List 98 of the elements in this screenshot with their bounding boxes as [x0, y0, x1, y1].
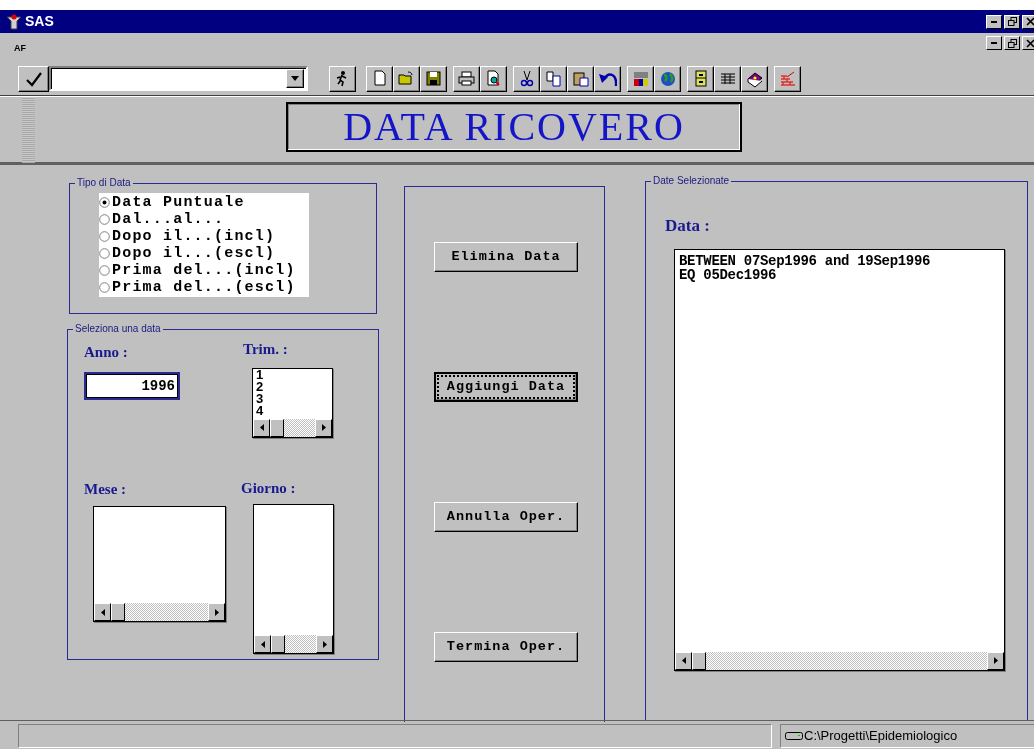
- globe-button[interactable]: [654, 65, 681, 92]
- close-button[interactable]: [1022, 14, 1034, 29]
- scroll-left-icon: [100, 608, 105, 616]
- quarter-label: Trim. :: [243, 340, 288, 359]
- year-label: Anno :: [84, 343, 128, 362]
- open-folder-button[interactable]: [393, 65, 420, 92]
- action-button[interactable]: Termina Oper.: [434, 632, 578, 662]
- scroll-thumb[interactable]: [270, 418, 284, 437]
- list-item[interactable]: 3: [253, 392, 332, 405]
- scroll-right-icon: [322, 640, 327, 648]
- radio-label[interactable]: Dopo il...(incl): [112, 228, 276, 245]
- file-cabinet-button[interactable]: [687, 65, 714, 92]
- radio-button[interactable]: [99, 197, 110, 208]
- scroll-right-icon: [321, 424, 326, 431]
- app-logo-icon: [6, 13, 22, 30]
- save-button[interactable]: [420, 65, 447, 92]
- close-icon: [1025, 38, 1034, 48]
- copy-button[interactable]: [540, 65, 567, 92]
- group-label: Tipo di Data: [75, 177, 133, 189]
- print-preview-button[interactable]: [480, 65, 507, 92]
- restore-icon: [1007, 38, 1017, 48]
- scroll-left-icon: [681, 657, 686, 664]
- year-field[interactable]: 1996: [84, 371, 180, 400]
- horizontal-scrollbar[interactable]: [254, 635, 333, 653]
- save-icon: [424, 69, 443, 88]
- quarter-list[interactable]: 1 2 3 4: [252, 367, 333, 438]
- list-item[interactable]: BETWEEN 07Sep1996 and 19Sep1996: [675, 253, 1004, 268]
- radio-label[interactable]: Data Puntuale: [112, 194, 245, 211]
- restore-button[interactable]: [1004, 14, 1020, 29]
- inner-window-title: AF: [14, 42, 26, 55]
- horizontal-scrollbar[interactable]: [94, 603, 225, 621]
- scroll-right-icon: [214, 608, 219, 616]
- banner-title: DATA RICOVERO: [286, 102, 742, 152]
- drive-icon: [785, 731, 803, 741]
- window-title: SAS: [25, 12, 54, 31]
- group-label: Date Selezionate: [651, 175, 732, 187]
- radio-label[interactable]: Prima del...(incl): [112, 262, 296, 279]
- radio-label[interactable]: Dal...al...: [112, 211, 225, 228]
- status-path: C:\Progetti\Epidemiologico: [804, 727, 958, 746]
- action-button[interactable]: Aggiungi Data: [434, 372, 578, 402]
- selected-dates-list[interactable]: BETWEEN 07Sep1996 and 19Sep1996 EQ 05Dec1996: [674, 248, 1005, 671]
- list-item[interactable]: 4: [253, 404, 332, 417]
- list-item[interactable]: 2: [253, 380, 332, 393]
- table-button[interactable]: [714, 65, 741, 92]
- brick-chart-icon: [778, 69, 797, 88]
- day-list[interactable]: [253, 504, 334, 654]
- paste-icon: [571, 69, 590, 88]
- open-folder-icon: [397, 69, 416, 88]
- month-list[interactable]: [93, 506, 226, 622]
- radio-button[interactable]: [99, 214, 110, 225]
- horizontal-scrollbar[interactable]: [253, 418, 332, 437]
- close-button[interactable]: [1022, 36, 1034, 50]
- scroll-right-icon: [993, 657, 998, 664]
- minimize-icon: [991, 42, 997, 44]
- radio-button[interactable]: [99, 231, 110, 242]
- day-label: Giorno :: [241, 478, 296, 498]
- command-combo-box[interactable]: [49, 66, 308, 91]
- dos-icon: [631, 69, 650, 88]
- brick-chart-button[interactable]: [774, 65, 801, 92]
- radio-label[interactable]: Dopo il...(escl): [112, 245, 276, 262]
- minimize-button[interactable]: [986, 36, 1002, 50]
- undo-button[interactable]: [594, 65, 621, 92]
- scroll-left-icon: [260, 640, 265, 648]
- horizontal-scrollbar[interactable]: [675, 651, 1004, 670]
- checkmark-button[interactable]: [18, 65, 49, 92]
- panel-edge: [22, 97, 35, 163]
- checkmark-icon: [24, 70, 43, 87]
- scroll-thumb[interactable]: [271, 635, 285, 653]
- minimize-button[interactable]: [986, 14, 1002, 29]
- scroll-thumb[interactable]: [692, 651, 706, 670]
- scissors-button[interactable]: [513, 65, 540, 92]
- printer-button[interactable]: [453, 65, 480, 92]
- copy-icon: [544, 69, 563, 88]
- list-item[interactable]: EQ 05Dec1996: [675, 267, 1004, 282]
- restore-icon: [1007, 17, 1017, 26]
- radio-button[interactable]: [99, 265, 110, 276]
- caret-icon: [291, 76, 299, 81]
- data-label: Data :: [665, 215, 710, 237]
- globe-icon: [658, 69, 677, 88]
- printer-icon: [457, 69, 476, 88]
- restore-button[interactable]: [1004, 36, 1020, 50]
- action-button[interactable]: Elimina Data: [434, 242, 578, 272]
- close-icon: [1025, 17, 1034, 26]
- radio-label[interactable]: Prima del...(escl): [112, 279, 296, 296]
- scroll-thumb[interactable]: [111, 603, 125, 621]
- paste-button[interactable]: [567, 65, 594, 92]
- new-file-button[interactable]: [366, 65, 393, 92]
- radio-button[interactable]: [99, 248, 110, 259]
- help-book-button[interactable]: [741, 65, 768, 92]
- minimize-icon: [991, 20, 997, 23]
- action-button[interactable]: Annulla Oper.: [434, 502, 578, 532]
- runner-button[interactable]: [329, 65, 356, 92]
- dos-button[interactable]: [627, 65, 654, 92]
- radio-button[interactable]: [99, 282, 110, 293]
- group-label: Seleziona una data: [73, 323, 163, 335]
- month-label: Mese :: [84, 479, 127, 499]
- scroll-left-icon: [259, 424, 264, 431]
- list-item[interactable]: 1: [253, 368, 332, 381]
